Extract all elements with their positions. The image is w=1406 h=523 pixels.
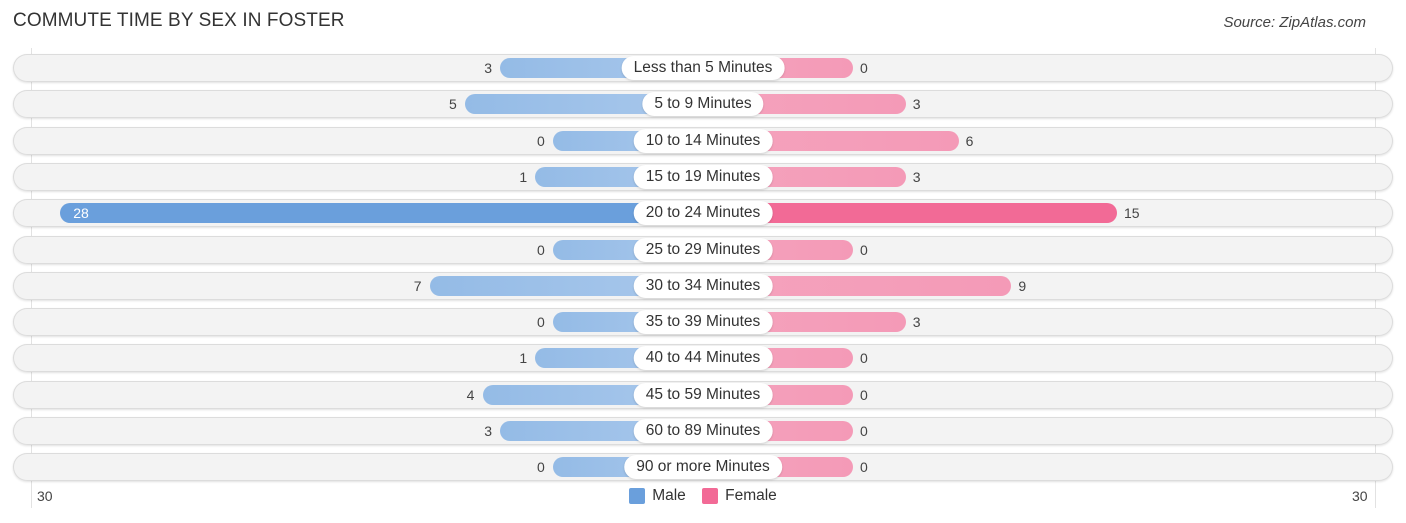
value-label-male: 28 xyxy=(73,205,89,221)
value-label-female: 0 xyxy=(860,350,868,366)
legend-swatch-male xyxy=(629,488,646,504)
category-label: 15 to 19 Minutes xyxy=(633,165,773,189)
legend-item-female: Female xyxy=(702,487,777,505)
value-label-female: 15 xyxy=(1124,205,1140,221)
value-label-male: 0 xyxy=(537,242,545,258)
value-label-male: 7 xyxy=(413,278,422,294)
value-label-male: 0 xyxy=(537,133,545,149)
value-label-female: 0 xyxy=(860,459,868,475)
legend-item-male: Male xyxy=(629,487,686,505)
value-label-male: 1 xyxy=(519,350,528,366)
category-label: 25 to 29 Minutes xyxy=(633,238,773,262)
value-label-male: 3 xyxy=(484,423,492,439)
value-label-female: 3 xyxy=(912,96,921,112)
value-label-female: 0 xyxy=(860,423,868,439)
bar-male xyxy=(60,203,703,223)
category-label: 45 to 59 Minutes xyxy=(633,383,773,407)
category-label: 90 or more Minutes xyxy=(624,455,782,479)
value-label-male: 1 xyxy=(519,169,528,185)
category-label: Less than 5 Minutes xyxy=(621,56,785,80)
category-label: 30 to 34 Minutes xyxy=(633,274,773,298)
legend: Male Female xyxy=(0,487,1406,509)
chart-area: 3 0 Less than 5 Minutes 5 3 5 to 9 Minutes 0 6 1… xyxy=(0,0,1406,523)
value-label-male: 5 xyxy=(449,96,457,112)
category-label: 60 to 89 Minutes xyxy=(633,419,773,443)
value-label-male: 0 xyxy=(537,314,545,330)
value-label-female: 9 xyxy=(1018,278,1027,294)
category-label: 20 to 24 Minutes xyxy=(633,201,773,225)
value-label-female: 0 xyxy=(860,242,868,258)
value-label-female: 6 xyxy=(965,133,974,149)
value-label-male: 0 xyxy=(537,459,545,475)
value-label-male: 3 xyxy=(484,60,492,76)
legend-swatch-female xyxy=(702,488,719,504)
value-label-female: 3 xyxy=(912,314,921,330)
category-label: 35 to 39 Minutes xyxy=(633,310,773,334)
value-label-male: 4 xyxy=(466,387,475,403)
value-label-female: 0 xyxy=(860,387,868,403)
value-label-female: 3 xyxy=(912,169,921,185)
value-label-female: 0 xyxy=(860,60,868,76)
legend-label-female: Female xyxy=(725,487,777,504)
legend-label-male: Male xyxy=(652,487,686,504)
category-label: 5 to 9 Minutes xyxy=(642,92,764,116)
category-label: 40 to 44 Minutes xyxy=(633,346,773,370)
category-label: 10 to 14 Minutes xyxy=(633,129,773,153)
